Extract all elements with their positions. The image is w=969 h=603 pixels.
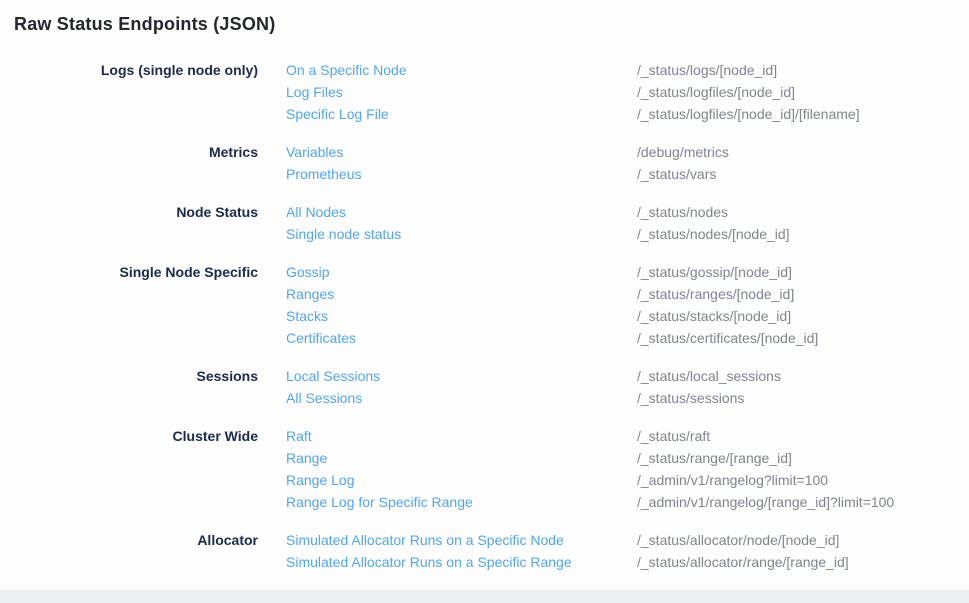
endpoint-row: Stacks/_status/stacks/[node_id] — [286, 305, 969, 327]
endpoint-link[interactable]: All Sessions — [286, 387, 637, 409]
endpoint-link[interactable]: Simulated Allocator Runs on a Specific R… — [286, 551, 637, 573]
endpoint-row: Ranges/_status/ranges/[node_id] — [286, 283, 969, 305]
endpoint-rows: Raft/_status/raftRange/_status/range/[ra… — [286, 425, 969, 513]
endpoint-link[interactable]: Ranges — [286, 283, 637, 305]
endpoint-row: Range Log for Specific Range/_admin/v1/r… — [286, 491, 969, 513]
endpoint-rows: Gossip/_status/gossip/[node_id]Ranges/_s… — [286, 261, 969, 349]
endpoint-link[interactable]: Gossip — [286, 261, 637, 283]
endpoint-section: Sessions Local Sessions/_status/local_ses… — [0, 365, 969, 409]
endpoint-path: /_status/logs/[node_id] — [637, 59, 777, 81]
category-label: Single Node Specific — [0, 261, 258, 349]
endpoint-link[interactable]: Prometheus — [286, 163, 637, 185]
endpoint-row: Simulated Allocator Runs on a Specific R… — [286, 551, 969, 573]
endpoint-row: Raft/_status/raft — [286, 425, 969, 447]
endpoint-path: /_status/gossip/[node_id] — [637, 261, 792, 283]
endpoint-path: /_status/nodes — [637, 201, 728, 223]
endpoint-row: Local Sessions/_status/local_sessions — [286, 365, 969, 387]
endpoint-link[interactable]: Local Sessions — [286, 365, 637, 387]
endpoint-path: /_status/certificates/[node_id] — [637, 327, 818, 349]
endpoint-section: Logs (single node only) On a Specific Nod… — [0, 59, 969, 125]
endpoint-link[interactable]: Range Log — [286, 469, 637, 491]
endpoint-rows: Simulated Allocator Runs on a Specific N… — [286, 529, 969, 573]
endpoint-row: Range/_status/range/[range_id] — [286, 447, 969, 469]
endpoint-path: /_status/allocator/range/[range_id] — [637, 551, 849, 573]
endpoint-rows: Variables/debug/metricsPrometheus/_statu… — [286, 141, 969, 185]
endpoint-path: /debug/metrics — [637, 141, 729, 163]
category-label: Node Status — [0, 201, 258, 245]
endpoint-path: /_status/sessions — [637, 387, 744, 409]
category-label: Cluster Wide — [0, 425, 258, 513]
endpoint-row: Single node status/_status/nodes/[node_i… — [286, 223, 969, 245]
endpoint-row: Prometheus/_status/vars — [286, 163, 969, 185]
endpoint-link[interactable]: On a Specific Node — [286, 59, 637, 81]
category-label: Allocator — [0, 529, 258, 573]
endpoint-row: Gossip/_status/gossip/[node_id] — [286, 261, 969, 283]
endpoint-section: Cluster Wide Raft/_status/raftRange/_stat… — [0, 425, 969, 513]
page-title: Raw Status Endpoints (JSON) — [0, 0, 969, 35]
endpoint-row: Certificates/_status/certificates/[node_… — [286, 327, 969, 349]
endpoint-link[interactable]: Log Files — [286, 81, 637, 103]
endpoint-link[interactable]: Range Log for Specific Range — [286, 491, 637, 513]
endpoint-row: All Nodes/_status/nodes — [286, 201, 969, 223]
endpoint-link[interactable]: Variables — [286, 141, 637, 163]
endpoint-link[interactable]: Simulated Allocator Runs on a Specific N… — [286, 529, 637, 551]
endpoint-row: Specific Log File/_status/logfiles/[node… — [286, 103, 969, 125]
endpoint-row: All Sessions/_status/sessions — [286, 387, 969, 409]
endpoint-path: /_admin/v1/rangelog?limit=100 — [637, 469, 828, 491]
endpoint-path: /_status/allocator/node/[node_id] — [637, 529, 839, 551]
endpoint-path: /_status/local_sessions — [637, 365, 781, 387]
endpoint-link[interactable]: Raft — [286, 425, 637, 447]
endpoint-path: /_admin/v1/rangelog/[range_id]?limit=100 — [637, 491, 894, 513]
endpoint-link[interactable]: Stacks — [286, 305, 637, 327]
endpoint-rows: All Nodes/_status/nodesSingle node statu… — [286, 201, 969, 245]
endpoint-row: Variables/debug/metrics — [286, 141, 969, 163]
category-label: Sessions — [0, 365, 258, 409]
endpoint-link[interactable]: Certificates — [286, 327, 637, 349]
endpoint-path: /_status/stacks/[node_id] — [637, 305, 791, 327]
endpoint-path: /_status/range/[range_id] — [637, 447, 792, 469]
endpoint-rows: On a Specific Node/_status/logs/[node_id… — [286, 59, 969, 125]
endpoint-section: Allocator Simulated Allocator Runs on a S… — [0, 529, 969, 573]
endpoint-rows: Local Sessions/_status/local_sessionsAll… — [286, 365, 969, 409]
endpoint-path: /_status/logfiles/[node_id]/[filename] — [637, 103, 860, 125]
endpoint-path: /_status/vars — [637, 163, 716, 185]
endpoint-row: On a Specific Node/_status/logs/[node_id… — [286, 59, 969, 81]
footer-band — [0, 590, 969, 603]
endpoints-table: Logs (single node only) On a Specific Nod… — [0, 59, 969, 573]
endpoint-path: /_status/nodes/[node_id] — [637, 223, 790, 245]
endpoint-link[interactable]: Range — [286, 447, 637, 469]
category-label: Logs (single node only) — [0, 59, 258, 125]
endpoint-link[interactable]: Specific Log File — [286, 103, 637, 125]
category-label: Metrics — [0, 141, 258, 185]
debug-endpoints-page: Raw Status Endpoints (JSON) Logs (single… — [0, 0, 969, 573]
endpoint-link[interactable]: Single node status — [286, 223, 637, 245]
endpoint-section: Metrics Variables/debug/metricsPrometheus… — [0, 141, 969, 185]
endpoint-row: Log Files/_status/logfiles/[node_id] — [286, 81, 969, 103]
endpoint-row: Range Log/_admin/v1/rangelog?limit=100 — [286, 469, 969, 491]
endpoint-section: Single Node Specific Gossip/_status/gossi… — [0, 261, 969, 349]
endpoint-row: Simulated Allocator Runs on a Specific N… — [286, 529, 969, 551]
endpoint-path: /_status/ranges/[node_id] — [637, 283, 794, 305]
endpoint-section: Node Status All Nodes/_status/nodesSingle… — [0, 201, 969, 245]
endpoint-path: /_status/logfiles/[node_id] — [637, 81, 795, 103]
endpoint-link[interactable]: All Nodes — [286, 201, 637, 223]
endpoint-path: /_status/raft — [637, 425, 710, 447]
